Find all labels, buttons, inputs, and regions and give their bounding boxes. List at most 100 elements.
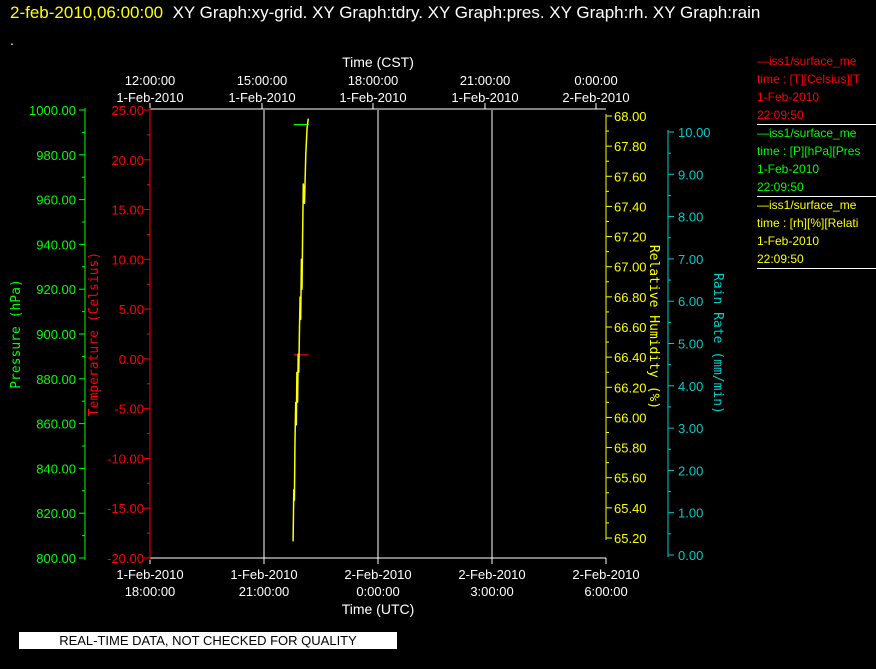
y-tick-label-rh: 66.80 (614, 290, 647, 305)
y-tick-label-pres: 840.00 (36, 461, 76, 476)
y-tick-label-pres: 940.00 (36, 237, 76, 252)
data-point-rh (305, 153, 307, 155)
y-tick-label-pres: 980.00 (36, 148, 76, 163)
y-axis-title-tdry: Temperature (Celsius) (87, 252, 102, 416)
y-tick-label-tdry: 25.00 (111, 103, 144, 118)
data-point-tdry (293, 354, 295, 356)
y-tick-label-tdry: 0.00 (119, 352, 144, 367)
data-point-rh (292, 540, 294, 542)
legend-time: 22:09:50 (757, 108, 804, 122)
y-tick-label-rain: 8.00 (678, 210, 703, 225)
bottom-tick-date: 2-Feb-2010 (572, 567, 639, 582)
y-tick-label-rain: 1.00 (678, 506, 703, 521)
y-tick-label-rh: 65.80 (614, 441, 647, 456)
y-tick-label-pres: 800.00 (36, 551, 76, 566)
y-tick-label-rain: 10.00 (678, 125, 711, 140)
top-tick-time: 21:00:00 (460, 73, 511, 88)
y-tick-label-tdry: 15.00 (111, 203, 144, 218)
quality-warning: REAL-TIME DATA, NOT CHECKED FOR QUALITY (19, 632, 397, 649)
y-tick-label-rain: 4.00 (678, 379, 703, 394)
y-tick-label-rh: 67.40 (614, 199, 647, 214)
top-axis-label: Time (CST) (342, 54, 414, 70)
y-tick-label-rh: 67.20 (614, 230, 647, 245)
bottom-tick-date: 2-Feb-2010 (344, 567, 411, 582)
y-tick-label-tdry: 10.00 (111, 252, 144, 267)
y-tick-label-pres: 960.00 (36, 193, 76, 208)
data-point-rh (300, 318, 302, 321)
y-tick-label-rh: 66.40 (614, 350, 647, 365)
y-axis-title-rain: Rain Rate (mm/min) (710, 273, 725, 414)
y-tick-label-pres: 880.00 (36, 372, 76, 387)
data-point-rh (301, 288, 303, 290)
data-point-tdry (307, 354, 309, 356)
data-point-rh (293, 499, 295, 501)
y-tick-label-tdry: -15.00 (107, 501, 144, 516)
top-tick-time: 18:00:00 (348, 73, 399, 88)
legend-date: 1-Feb-2010 (757, 162, 820, 176)
bottom-tick-time: 3:00:00 (470, 584, 513, 599)
data-point-rh (298, 326, 301, 328)
data-point-rh (303, 202, 306, 205)
legend-entry: —iss1/surface_metime : [P][hPa][Pres 1-Fe… (757, 124, 876, 197)
y-tick-label-tdry: 20.00 (111, 153, 144, 168)
bottom-tick-time: 21:00:00 (239, 584, 290, 599)
y-axis-title-rh: Relative Humidity (%) (646, 245, 661, 409)
data-point-rh (296, 371, 298, 373)
top-tick-time: 0:00:00 (574, 73, 617, 88)
y-tick-label-rh: 67.00 (614, 260, 647, 275)
y-tick-label-rh: 65.20 (614, 531, 647, 546)
bottom-tick-date: 1-Feb-2010 (116, 567, 183, 582)
y-tick-label-tdry: -20.00 (107, 551, 144, 566)
y-tick-label-rain: 5.00 (678, 337, 703, 352)
y-tick-label-rh: 65.60 (614, 471, 647, 486)
y-tick-label-pres: 900.00 (36, 327, 76, 342)
data-point-rh (299, 296, 301, 298)
legend-units: time : [rh][%][Relati (757, 216, 859, 230)
legend-name: —iss1/surface_me (757, 54, 857, 68)
top-tick-time: 15:00:00 (237, 73, 288, 88)
legend-name: —iss1/surface_me (757, 198, 857, 212)
y-tick-label-rh: 66.20 (614, 380, 647, 395)
data-point-rh (295, 401, 297, 403)
series-line-rh (292, 118, 309, 542)
legend-name: —iss1/surface_me (757, 126, 857, 140)
y-tick-label-pres: 1000.00 (29, 103, 76, 118)
top-tick-time: 12:00:00 (125, 73, 176, 88)
legend-units: time : [P][hPa][Pres (757, 144, 861, 158)
y-tick-label-rain: 3.00 (678, 421, 703, 436)
y-tick-label-tdry: 5.00 (119, 302, 144, 317)
y-tick-label-pres: 920.00 (36, 282, 76, 297)
data-point-rh (300, 258, 302, 260)
legend-entry: —iss1/surface_metime : [rh][%][Relati 1-F… (757, 196, 876, 269)
y-tick-label-pres: 820.00 (36, 506, 76, 521)
data-point-rh (293, 489, 295, 491)
y-tick-label-tdry: -10.00 (107, 451, 144, 466)
bottom-tick-time: 18:00:00 (125, 584, 176, 599)
y-tick-label-pres: 860.00 (36, 417, 76, 432)
y-tick-label-rh: 67.80 (614, 139, 647, 154)
legend-date: 1-Feb-2010 (757, 234, 820, 248)
top-tick-date: 2-Feb-2010 (562, 90, 629, 105)
y-tick-label-rain: 6.00 (678, 294, 703, 309)
y-tick-label-rh: 65.40 (614, 501, 647, 516)
data-point-rh (294, 439, 296, 441)
legend-entry: —iss1/surface_metime : [T][Celsius][T 1-F… (757, 52, 876, 125)
y-tick-label-rh: 67.60 (614, 169, 647, 184)
top-tick-date: 1-Feb-2010 (339, 90, 406, 105)
y-tick-label-rain: 7.00 (678, 252, 703, 267)
legend-time: 22:09:50 (757, 180, 804, 194)
bottom-axis-label: Time (UTC) (342, 601, 415, 617)
legend-units: time : [T][Celsius][T (757, 72, 861, 86)
bottom-tick-time: 0:00:00 (356, 584, 399, 599)
data-point-rh (295, 424, 297, 426)
data-point-rh (302, 235, 304, 238)
y-tick-label-rain: 2.00 (678, 463, 703, 478)
data-point-pres (293, 123, 295, 126)
data-point-rh (307, 118, 309, 120)
data-point-rh (302, 183, 304, 185)
y-tick-label-rh: 66.60 (614, 320, 647, 335)
legend-time: 22:09:50 (757, 252, 804, 266)
legend-date: 1-Feb-2010 (757, 90, 820, 104)
y-tick-label-rh: 68.00 (614, 109, 647, 124)
data-point-rh (296, 401, 299, 403)
